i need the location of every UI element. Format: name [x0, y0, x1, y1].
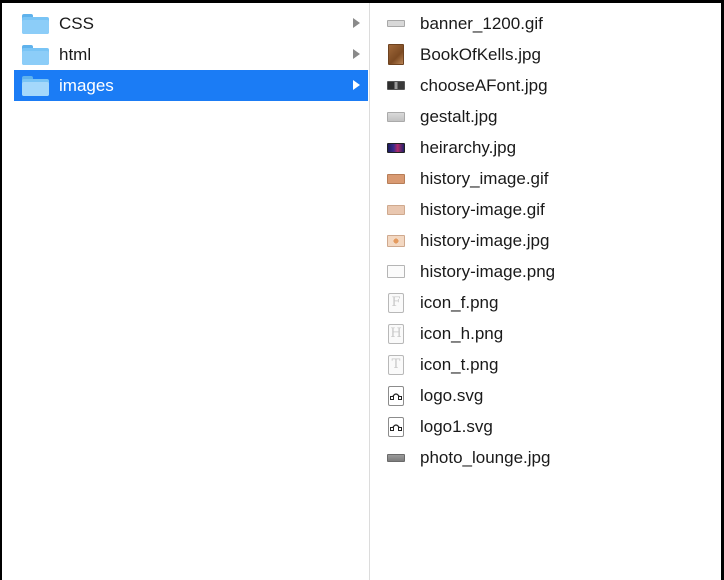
file-item[interactable]: history-image.png [372, 256, 721, 287]
chooseafont-thumbnail-icon [386, 75, 406, 97]
file-label: logo1.svg [420, 416, 493, 436]
history-image-gif-thumbnail-icon [386, 199, 406, 221]
letter-t-thumbnail-icon: T [386, 354, 406, 376]
file-label: history-image.jpg [420, 230, 550, 250]
file-label: icon_f.png [420, 292, 499, 312]
file-item[interactable]: gestalt.jpg [372, 101, 721, 132]
folder-label: html [59, 44, 92, 64]
disclosure-arrow-icon [353, 49, 360, 59]
file-label: chooseAFont.jpg [420, 75, 548, 95]
file-item[interactable]: H icon_h.png [372, 318, 721, 349]
folder-item-css[interactable]: CSS [14, 8, 368, 39]
file-item[interactable]: history_image.gif [372, 163, 721, 194]
folder-item-html[interactable]: html [14, 39, 368, 70]
file-item[interactable]: history-image.jpg [372, 225, 721, 256]
disclosure-arrow-icon [353, 18, 360, 28]
file-label: history-image.gif [420, 199, 545, 219]
bookofkells-thumbnail-icon [386, 44, 406, 66]
file-item[interactable]: logo1.svg [372, 411, 721, 442]
folder-icon [22, 44, 49, 65]
history-image-jpg-thumbnail-icon [386, 230, 406, 252]
file-item[interactable]: banner_1200.gif [372, 8, 721, 39]
file-label: banner_1200.gif [420, 13, 543, 33]
folder-icon [22, 13, 49, 34]
heirarchy-thumbnail-icon [386, 137, 406, 159]
file-item[interactable]: photo_lounge.jpg [372, 442, 721, 473]
folder-icon [22, 75, 49, 96]
gestalt-thumbnail-icon [386, 106, 406, 128]
finder-column-view: CSS html images banner_1200.gif BookOfKe… [0, 0, 724, 580]
file-label: BookOfKells.jpg [420, 44, 541, 64]
file-item[interactable]: heirarchy.jpg [372, 132, 721, 163]
folder-label: images [59, 75, 114, 95]
file-label: icon_h.png [420, 323, 504, 343]
file-label: photo_lounge.jpg [420, 447, 551, 467]
letter-f-thumbnail-icon: F [386, 292, 406, 314]
banner-thumbnail-icon [386, 13, 406, 35]
file-item[interactable]: F icon_f.png [372, 287, 721, 318]
file-label: history-image.png [420, 261, 556, 281]
file-item[interactable]: history-image.gif [372, 194, 721, 225]
disclosure-arrow-icon [353, 80, 360, 90]
svg-document-icon [386, 416, 406, 438]
folder-item-images[interactable]: images [14, 70, 368, 101]
letter-h-thumbnail-icon: H [386, 323, 406, 345]
file-item[interactable]: BookOfKells.jpg [372, 39, 721, 70]
file-label: history_image.gif [420, 168, 549, 188]
photo-lounge-thumbnail-icon [386, 447, 406, 469]
history-image-png-thumbnail-icon [386, 261, 406, 283]
file-column[interactable]: banner_1200.gif BookOfKells.jpg chooseAF… [372, 8, 721, 580]
svg-document-icon [386, 385, 406, 407]
file-item[interactable]: T icon_t.png [372, 349, 721, 380]
folder-column[interactable]: CSS html images [14, 8, 368, 580]
column-divider[interactable] [369, 3, 370, 580]
file-item[interactable]: chooseAFont.jpg [372, 70, 721, 101]
file-label: icon_t.png [420, 354, 499, 374]
file-label: heirarchy.jpg [420, 137, 517, 157]
file-label: logo.svg [420, 385, 484, 405]
folder-label: CSS [59, 13, 94, 33]
history-image-gif-thumbnail-icon [386, 168, 406, 190]
file-item[interactable]: logo.svg [372, 380, 721, 411]
file-label: gestalt.jpg [420, 106, 498, 126]
